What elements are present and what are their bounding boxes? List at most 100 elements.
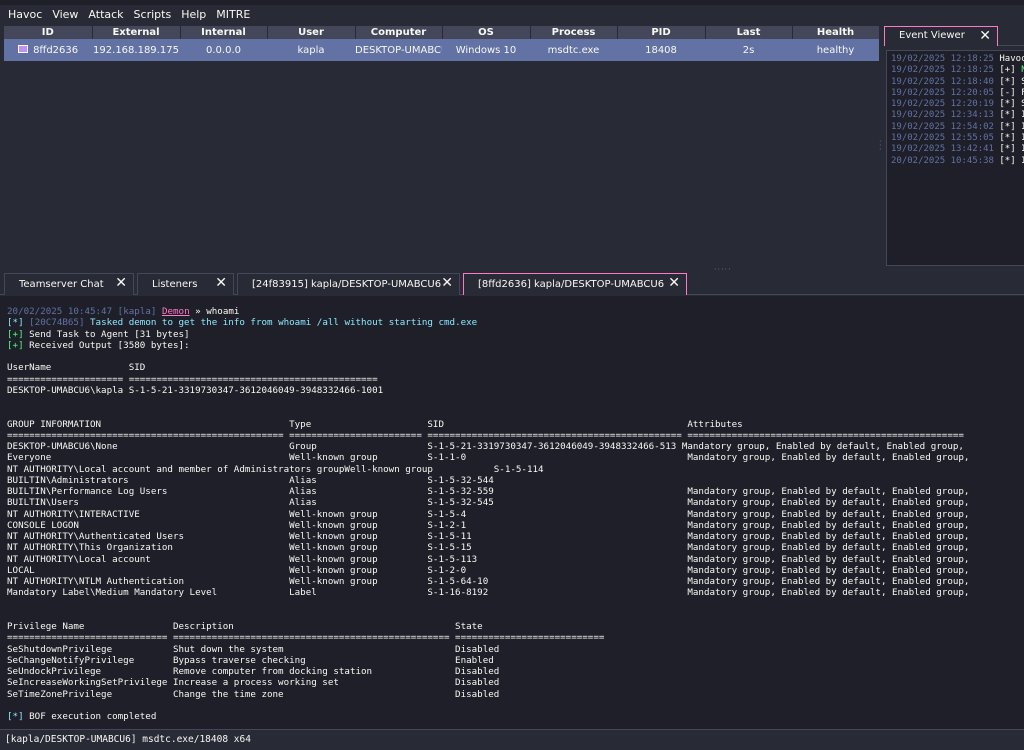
- col-header-computer[interactable]: Computer: [355, 26, 443, 39]
- menu-havoc[interactable]: Havoc: [4, 5, 46, 25]
- menu-attack[interactable]: Attack: [84, 5, 127, 25]
- demon-console[interactable]: 20/02/2025 10:45:47 [kapla] Demon » whoa…: [0, 296, 1024, 729]
- close-icon[interactable]: ✕: [115, 274, 127, 292]
- event-line: 19/02/2025 12:18:40 [*] S: [891, 76, 1024, 88]
- tab-teamserver-chat[interactable]: Teamserver Chat ✕: [4, 273, 134, 295]
- event-line: 19/02/2025 12:54:02 [*] I: [891, 121, 1024, 133]
- output-line: NT AUTHORITY\Local account and member of…: [7, 463, 544, 475]
- output-line: CONSOLE LOGON Well-known group S-1-2-1 M…: [7, 519, 970, 531]
- send-tag: [+]: [7, 328, 24, 340]
- output-line: SeTimeZonePrivilege Change the time zone…: [7, 688, 500, 700]
- col-header-health[interactable]: Health: [792, 26, 880, 39]
- session-table-pane: ID External Internal User Computer OS Pr…: [4, 26, 880, 266]
- recv-line: [+] Received Output [3580 bytes]:: [7, 340, 1024, 351]
- demon-link[interactable]: Demon: [162, 306, 190, 317]
- event-timestamp: 19/02/2025 13:42:41: [891, 144, 994, 155]
- col-header-last[interactable]: Last: [705, 26, 793, 39]
- tab-session-24f83915[interactable]: [24f83915] kapla/DESKTOP-UMABCU6 ✕: [237, 273, 460, 295]
- table-row[interactable]: 8ffd2636 192.168.189.175 0.0.0.0 kapla D…: [4, 39, 879, 61]
- event-viewer-pane: Event Viewer ✕ 19/02/2025 12:18:25 Havoc…: [884, 26, 1024, 266]
- event-line: 19/02/2025 12:18:25 [+] N: [891, 65, 1024, 76]
- output-line: Mandatory Label\Medium Mandatory Level L…: [7, 587, 970, 599]
- bottom-tabbar: Teamserver Chat ✕ Listeners ✕ [24f83915]…: [0, 272, 1024, 295]
- col-header-user[interactable]: User: [267, 26, 356, 39]
- event-log[interactable]: 19/02/2025 12:18:25 Havoc 19/02/2025 12:…: [886, 50, 1024, 266]
- event-tag: [-]: [999, 87, 1016, 98]
- close-icon[interactable]: ✕: [668, 274, 680, 292]
- event-tag: [*]: [999, 76, 1016, 87]
- menu-scripts[interactable]: Scripts: [130, 5, 176, 25]
- menu-view[interactable]: View: [48, 5, 82, 25]
- event-message: Havoc: [999, 54, 1024, 64]
- output-line: SeChangeNotifyPrivilege Bypass traverse …: [7, 654, 494, 666]
- col-header-internal[interactable]: Internal: [180, 26, 268, 39]
- output-line: Everyone Well-known group S-1-1-0 Mandat…: [7, 452, 970, 464]
- tab-event-viewer[interactable]: Event Viewer ✕: [884, 26, 998, 46]
- output-line: SeUndockPrivilege Remove computer from d…: [7, 666, 500, 677]
- session-os: Windows 10: [442, 39, 530, 61]
- event-timestamp: 19/02/2025 12:20:19: [891, 99, 994, 110]
- output-line: NT AUTHORITY\This Organization Well-know…: [7, 542, 970, 554]
- tab-label: Event Viewer: [899, 30, 965, 41]
- event-tag: [*]: [999, 110, 1016, 121]
- session-table: ID External Internal User Computer OS Pr…: [4, 26, 880, 61]
- vertical-splitter[interactable]: · · ·: [879, 138, 883, 154]
- output-line: NT AUTHORITY\INTERACTIVE Well-known grou…: [7, 508, 970, 520]
- close-icon[interactable]: ✕: [441, 274, 453, 292]
- task-message: Tasked demon to get the info from whoami…: [84, 317, 478, 329]
- col-header-process[interactable]: Process: [530, 26, 618, 39]
- close-icon[interactable]: ✕: [215, 274, 227, 292]
- event-tag: [*]: [999, 121, 1016, 132]
- output-line: ============================= ==========…: [7, 632, 605, 644]
- output-line: DESKTOP-UMABCU6\None Group S-1-5-21-3319…: [7, 441, 964, 452]
- output-line: DESKTOP-UMABCU6\kapla S-1-5-21-331973034…: [7, 384, 384, 396]
- task-id: [20C74B65]: [29, 317, 85, 329]
- event-line: 19/02/2025 12:20:19 [*] S: [891, 99, 1024, 110]
- event-viewer-tabbar: Event Viewer ✕: [884, 26, 1024, 46]
- event-timestamp: 20/02/2025 10:45:38: [891, 155, 994, 166]
- event-tag: [*]: [999, 144, 1016, 155]
- event-timestamp: 19/02/2025 12:18:25: [891, 54, 994, 64]
- menu-mitre[interactable]: MITRE: [212, 5, 254, 25]
- output-line: ===================== ==================…: [7, 373, 378, 385]
- session-last: 2s: [705, 39, 792, 61]
- tab-listeners[interactable]: Listeners ✕: [137, 273, 234, 295]
- event-timestamp: 19/02/2025 12:20:05: [891, 87, 994, 98]
- col-header-os[interactable]: OS: [442, 26, 531, 39]
- session-id-cell: 8ffd2636: [4, 39, 92, 61]
- output-line: BUILTIN\Users Alias S-1-5-32-545 Mandato…: [7, 497, 970, 509]
- status-bar: [kapla/DESKTOP-UMABCU6] msdtc.exe/18408 …: [0, 729, 1024, 750]
- tab-session-8ffd2636[interactable]: [8ffd2636] kapla/DESKTOP-UMABCU6 ✕: [463, 273, 687, 295]
- col-header-pid[interactable]: PID: [617, 26, 706, 39]
- session-external: 192.168.189.175: [92, 39, 180, 61]
- close-icon[interactable]: ✕: [979, 27, 991, 45]
- command-text: whoami: [206, 306, 240, 317]
- event-tag: [*]: [999, 155, 1016, 166]
- col-header-id[interactable]: ID: [4, 26, 93, 39]
- output-line: SeShutdownPrivilege Shut down the system…: [7, 643, 500, 655]
- session-user: kapla: [267, 39, 355, 61]
- menu-help[interactable]: Help: [177, 5, 210, 25]
- session-computer: DESKTOP-UMABCU6: [355, 39, 442, 61]
- recv-tag: [+]: [7, 339, 24, 351]
- event-timestamp: 19/02/2025 12:18:40: [891, 76, 994, 87]
- event-line: 19/02/2025 12:55:05 [*] I: [891, 133, 1024, 144]
- session-internal: 0.0.0.0: [180, 39, 267, 61]
- bof-message: BOF execution completed: [23, 711, 157, 722]
- event-timestamp: 19/02/2025 12:55:05: [891, 133, 994, 144]
- tab-label: Teamserver Chat: [19, 279, 104, 290]
- send-line: [+] Send Task to Agent [31 bytes]: [7, 329, 1024, 340]
- event-line: 19/02/2025 13:42:41 [*] I: [891, 144, 1024, 155]
- session-table-header: ID External Internal User Computer OS Pr…: [4, 26, 880, 39]
- event-tag: [+]: [999, 65, 1016, 76]
- send-message: Send Task to Agent [31 bytes]: [23, 328, 190, 340]
- event-line: 19/02/2025 12:18:25 Havoc: [891, 54, 1024, 65]
- command-separator: »: [189, 306, 207, 317]
- tab-label: [24f83915] kapla/DESKTOP-UMABCU6: [252, 279, 442, 290]
- col-header-external[interactable]: External: [92, 26, 181, 39]
- event-timestamp: 19/02/2025 12:18:25: [891, 65, 994, 76]
